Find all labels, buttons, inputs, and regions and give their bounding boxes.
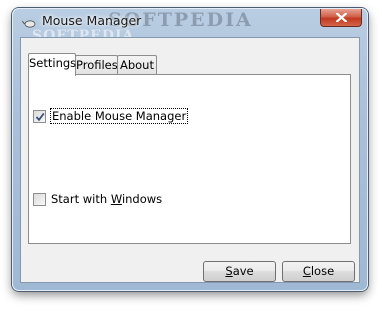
start-with-windows-accel: W (110, 192, 122, 206)
tab-profiles[interactable]: Profiles (75, 55, 118, 74)
mouse-manager-window: SOFTPEDIA SOFTPEDIA Mouse Manager Settin… (12, 8, 368, 291)
tab-about-label: About (119, 58, 154, 72)
client-area: Settings Profiles About Enable Mouse Man… (20, 37, 360, 283)
close-accel: C (302, 264, 311, 278)
enable-mouse-manager-option[interactable]: Enable Mouse Manager (33, 108, 189, 124)
enable-mouse-manager-label: Enable Mouse Manager (49, 108, 189, 124)
start-with-windows-checkbox[interactable] (33, 192, 46, 206)
save-button[interactable]: Save (203, 261, 276, 282)
tab-settings-label: Settings (29, 56, 77, 70)
tab-profiles-label: Profiles (76, 58, 118, 72)
checkmark-icon (35, 112, 45, 121)
window-title: Mouse Manager (42, 13, 142, 28)
start-with-windows-label-prefix: Start with (51, 192, 111, 206)
start-with-windows-label: Start with Windows (51, 192, 162, 206)
enable-mouse-manager-checkbox[interactable] (33, 109, 46, 123)
title-bar[interactable]: SOFTPEDIA SOFTPEDIA Mouse Manager (12, 8, 368, 44)
start-with-windows-option[interactable]: Start with Windows (33, 192, 162, 206)
close-button[interactable]: Close (282, 261, 355, 282)
window-close-button[interactable] (320, 9, 362, 27)
mouse-icon (22, 14, 36, 28)
close-label: lose (310, 264, 335, 278)
settings-panel: Enable Mouse Manager Start with Windows (28, 74, 351, 244)
save-accel: S (225, 264, 233, 278)
save-label: ave (232, 264, 254, 278)
close-icon (336, 13, 347, 22)
tab-settings[interactable]: Settings (28, 53, 76, 76)
start-with-windows-label-suffix: indows (121, 192, 163, 206)
tab-about[interactable]: About (117, 55, 157, 74)
